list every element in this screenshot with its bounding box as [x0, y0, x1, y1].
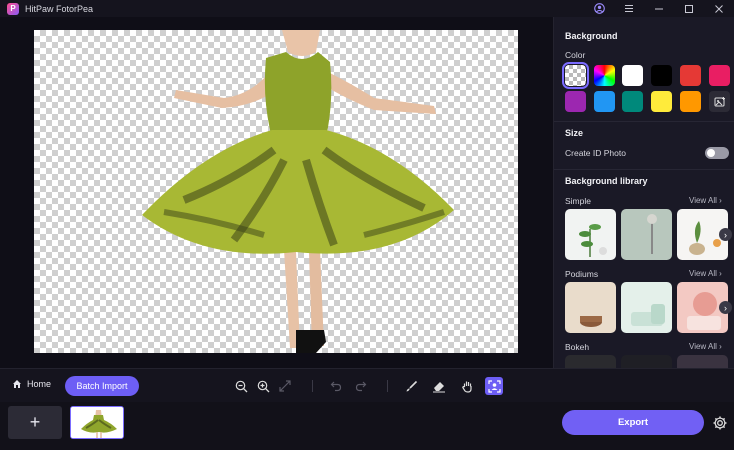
- swatch-transparent[interactable]: [562, 62, 589, 89]
- minimize-icon[interactable]: [644, 0, 674, 17]
- swatch-black[interactable]: [651, 65, 672, 86]
- image-canvas[interactable]: [34, 30, 518, 353]
- redo-icon[interactable]: [353, 378, 369, 394]
- right-panel: Background Color Size Create ID Photo Ba…: [553, 17, 734, 368]
- view-all-bokeh[interactable]: View All ›: [689, 342, 722, 351]
- eraser-icon[interactable]: [431, 378, 447, 394]
- maximize-icon[interactable]: [674, 0, 704, 17]
- zoom-out-icon[interactable]: [233, 378, 249, 394]
- swatch-white[interactable]: [622, 65, 643, 86]
- menu-icon[interactable]: [614, 0, 644, 17]
- swatch-teal[interactable]: [622, 91, 643, 112]
- swatch-red[interactable]: [680, 65, 701, 86]
- app-title: HitPaw FotorPea: [25, 3, 94, 14]
- export-button[interactable]: Export: [562, 410, 704, 435]
- id-photo-toggle[interactable]: [705, 147, 729, 159]
- batch-import-button[interactable]: Batch Import: [65, 376, 139, 396]
- background-title: Background: [565, 31, 618, 41]
- swatch-purple[interactable]: [565, 91, 586, 112]
- bg-thumb-bokeh-3[interactable]: [677, 355, 728, 368]
- add-image-button[interactable]: +: [8, 406, 62, 439]
- swatch-yellow[interactable]: [651, 91, 672, 112]
- bottom-toolbar: Home Batch Import: [0, 368, 734, 402]
- bg-thumb-simple-2[interactable]: [621, 209, 672, 260]
- divider: [554, 121, 734, 122]
- account-icon[interactable]: [584, 0, 614, 17]
- brush-icon[interactable]: [403, 378, 419, 394]
- podiums-next-arrow-icon[interactable]: ›: [719, 301, 732, 314]
- undo-icon[interactable]: [328, 378, 344, 394]
- divider: [554, 169, 734, 170]
- swatch-blue[interactable]: [594, 91, 615, 112]
- close-icon[interactable]: [704, 0, 734, 17]
- bg-thumb-podium-2[interactable]: [621, 282, 672, 333]
- category-simple-label: Simple: [565, 196, 591, 206]
- subject-image: [142, 30, 454, 353]
- color-label: Color: [565, 50, 586, 60]
- size-title: Size: [565, 128, 584, 138]
- settings-gear-icon[interactable]: [712, 415, 728, 431]
- hand-icon[interactable]: [459, 378, 475, 394]
- id-photo-label: Create ID Photo: [565, 148, 626, 158]
- toolbar-separator: [387, 380, 388, 392]
- home-icon: [13, 380, 21, 388]
- toolbar-separator: [312, 380, 313, 392]
- simple-next-arrow-icon[interactable]: ›: [719, 228, 732, 241]
- swatch-pink[interactable]: [709, 65, 730, 86]
- upload-image-icon[interactable]: [709, 91, 730, 112]
- home-label: Home: [27, 379, 52, 389]
- portrait-select-icon[interactable]: [485, 377, 503, 395]
- category-podiums-label: Podiums: [565, 269, 599, 279]
- bg-thumb-podium-1[interactable]: [565, 282, 616, 333]
- library-title: Background library: [565, 176, 648, 186]
- bg-thumb-simple-1[interactable]: [565, 209, 616, 260]
- zoom-in-icon[interactable]: [255, 378, 271, 394]
- home-button[interactable]: Home: [12, 379, 51, 389]
- category-bokeh-label: Bokeh: [565, 342, 590, 352]
- title-bar: P HitPaw FotorPea: [0, 0, 734, 17]
- thumbnail-strip: + Export: [0, 402, 734, 450]
- image-thumbnail-selected[interactable]: [70, 406, 124, 439]
- swatch-orange[interactable]: [680, 91, 701, 112]
- bg-thumb-bokeh-2[interactable]: [621, 355, 672, 368]
- fit-screen-icon[interactable]: [277, 378, 293, 394]
- canvas-area[interactable]: [0, 17, 553, 368]
- view-all-podiums[interactable]: View All ›: [689, 269, 722, 278]
- view-all-simple[interactable]: View All ›: [689, 196, 722, 205]
- bg-thumb-bokeh-1[interactable]: [565, 355, 616, 368]
- swatch-rainbow[interactable]: [594, 65, 615, 86]
- app-logo-icon: P: [7, 2, 19, 15]
